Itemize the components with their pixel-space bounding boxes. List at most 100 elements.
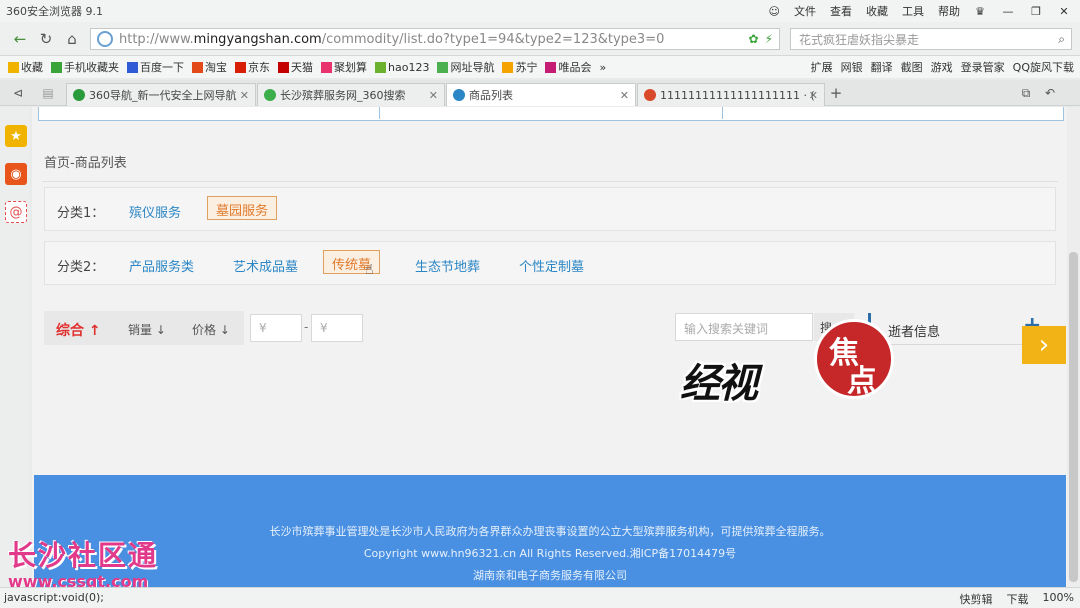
zoom-level[interactable]: 100% <box>1043 591 1074 607</box>
menu-bar: ☺ 文件 查看 收藏 工具 帮助 <box>769 0 960 22</box>
menu-tools[interactable]: 工具 <box>902 3 924 19</box>
bookmark-hao123[interactable]: hao123 <box>375 61 429 74</box>
corner-watermark-title: 长沙社区通 <box>8 539 159 572</box>
suning-icon <box>502 61 514 73</box>
bookmark-more-icon[interactable]: » <box>599 61 606 74</box>
security-icon[interactable]: ✿ <box>749 32 759 46</box>
skin-icon[interactable]: ♛ <box>968 2 992 20</box>
bookmark-nav[interactable]: 网址导航 <box>437 59 494 75</box>
ju-icon <box>321 61 332 73</box>
star-icon <box>8 61 19 73</box>
url-input[interactable]: http://www. mingyangshan.com/commodity/li… <box>90 28 780 50</box>
new-tab-icon[interactable]: + <box>826 83 846 103</box>
menu-favorites[interactable]: 收藏 <box>866 3 888 19</box>
tab-product-list[interactable]: 商品列表 ✕ <box>446 83 636 106</box>
bookmark-tmall[interactable]: 天猫 <box>278 59 313 75</box>
ext-qq-download[interactable]: QQ旋风下载 <box>1013 59 1074 75</box>
quick-edit-button[interactable]: 快剪辑 <box>960 591 993 607</box>
maximize-icon[interactable]: ❐ <box>1024 2 1048 20</box>
speed-icon[interactable]: ⚡ <box>765 32 773 46</box>
bookmark-vip[interactable]: 唯品会 <box>545 59 591 75</box>
bookmark-taobao[interactable]: 淘宝 <box>192 59 227 75</box>
tab-bar: ⊲ ▤ 360导航_新一代安全上网导航 ✕ 长沙殡葬服务网_360搜索 ✕ 商品… <box>0 80 1080 106</box>
url-domain: mingyangshan.com <box>193 31 322 47</box>
logo-circle-char2: 点 <box>847 364 877 399</box>
ext-games[interactable]: 游戏 <box>931 59 953 75</box>
tab-favicon-icon <box>644 89 656 101</box>
tab-close-icon[interactable]: ✕ <box>620 89 629 102</box>
sort-overall[interactable]: 综合 ↑ <box>56 320 101 340</box>
close-icon[interactable]: ✕ <box>1052 2 1076 20</box>
tab-manage-icon[interactable]: ⧉ <box>1016 83 1036 103</box>
download-button[interactable]: 下载 <box>1007 591 1029 607</box>
category1-label: 分类1： <box>57 206 105 221</box>
category1-option-cemetery[interactable]: 墓园服务 <box>207 196 278 220</box>
bookmark-juhuasuan[interactable]: 聚划算 <box>321 59 367 75</box>
search-text: 花式疯狂虐妖指尖暴走 <box>799 32 920 47</box>
category2-option-art[interactable]: 艺术成品墓 <box>233 256 298 275</box>
globe-icon <box>97 31 113 47</box>
minimize-icon[interactable]: — <box>996 2 1020 20</box>
ext-bank[interactable]: 网银 <box>841 59 863 75</box>
category2-option-custom[interactable]: 个性定制墓 <box>519 256 584 275</box>
left-sidebar: ★ ◉ @ <box>0 107 30 587</box>
category2-option-product[interactable]: 产品服务类 <box>129 256 194 275</box>
menu-view[interactable]: 查看 <box>830 3 852 19</box>
menu-file[interactable]: 文件 <box>794 3 816 19</box>
scrollbar-thumb[interactable] <box>1069 252 1078 582</box>
tab-360-nav[interactable]: 360导航_新一代安全上网导航 ✕ <box>66 83 256 106</box>
tmall-icon <box>278 61 289 73</box>
price-min-input[interactable]: ¥ <box>250 314 302 342</box>
mail-icon[interactable]: @ <box>5 201 27 223</box>
bookmark-jd[interactable]: 京东 <box>235 59 270 75</box>
tab-ones[interactable]: 11111111111111111111 · ( ✕ <box>637 83 825 106</box>
sort-price[interactable]: 价格 ↓ <box>192 321 230 338</box>
ext-translate[interactable]: 翻译 <box>871 59 893 75</box>
status-bar: javascript:void(0); 快剪辑 下载 100% <box>0 587 1080 608</box>
category2-label: 分类2： <box>57 260 105 275</box>
bookmark-mobile[interactable]: 手机收藏夹 <box>51 59 119 75</box>
undo-close-icon[interactable]: ↶ <box>1040 83 1060 103</box>
category2-option-eco[interactable]: 生态节地葬 <box>415 256 480 275</box>
search-icon[interactable]: ⌕ <box>1058 32 1065 47</box>
jd-icon <box>235 61 246 73</box>
ext-login[interactable]: 登录管家 <box>961 59 1005 75</box>
search-input[interactable]: 花式疯狂虐妖指尖暴走 ⌕ <box>790 28 1072 50</box>
bookmark-favorites[interactable]: 收藏 <box>8 59 43 75</box>
next-arrow-button[interactable]: › <box>1022 326 1066 364</box>
address-toolbar: ← ↻ ⌂ http://www. mingyangshan.com/commod… <box>0 22 1080 56</box>
category1-option-funeral[interactable]: 殡仪服务 <box>129 202 181 221</box>
favorites-star-icon[interactable]: ★ <box>5 125 27 147</box>
tab-close-icon[interactable]: ✕ <box>240 89 249 102</box>
vertical-scrollbar[interactable] <box>1067 107 1080 587</box>
refresh-icon[interactable]: ↻ <box>36 29 56 49</box>
url-path: /commodity/list.do?type1=94&type2=123&ty… <box>321 31 665 47</box>
menu-help[interactable]: 帮助 <box>938 3 960 19</box>
tab-list-icon[interactable]: ⊲ <box>8 83 28 103</box>
tab-favicon-icon <box>453 89 465 101</box>
hand-cursor-icon: ☝ <box>365 262 374 278</box>
url-prefix: http://www. <box>119 31 194 47</box>
ext-extensions[interactable]: 扩展 <box>811 59 833 75</box>
corner-watermark: 长沙社区通 www.cssqt.com <box>8 534 218 594</box>
web-page: 首页-商品列表 分类1： 殡仪服务 墓园服务 分类2： 产品服务类 艺术成品墓 … <box>32 107 1067 587</box>
app-title: 360安全浏览器 9.1 <box>6 5 103 18</box>
tab-close-icon[interactable]: ✕ <box>809 89 818 102</box>
logo-red-circle: 焦 点 <box>814 319 894 399</box>
home-icon[interactable]: ⌂ <box>62 29 82 49</box>
back-icon[interactable]: ← <box>10 29 30 49</box>
tab-restore-icon[interactable]: ▤ <box>38 83 58 103</box>
bookmark-suning[interactable]: 苏宁 <box>502 59 537 75</box>
weibo-icon[interactable]: ◉ <box>5 163 27 185</box>
sort-sales[interactable]: 销量 ↓ <box>128 321 166 338</box>
phone-icon <box>51 61 62 73</box>
tab-360-search[interactable]: 长沙殡葬服务网_360搜索 ✕ <box>257 83 445 106</box>
tab-close-icon[interactable]: ✕ <box>429 89 438 102</box>
ext-screenshot[interactable]: 截图 <box>901 59 923 75</box>
price-dash: - <box>304 320 309 334</box>
sort-bar: 综合 ↑ 销量 ↓ 价格 ↓ <box>44 311 244 345</box>
price-max-input[interactable]: ¥ <box>311 314 363 342</box>
bookmark-baidu[interactable]: 百度一下 <box>127 59 184 75</box>
user-icon[interactable]: ☺ <box>769 5 780 18</box>
status-text: javascript:void(0); <box>4 591 104 604</box>
